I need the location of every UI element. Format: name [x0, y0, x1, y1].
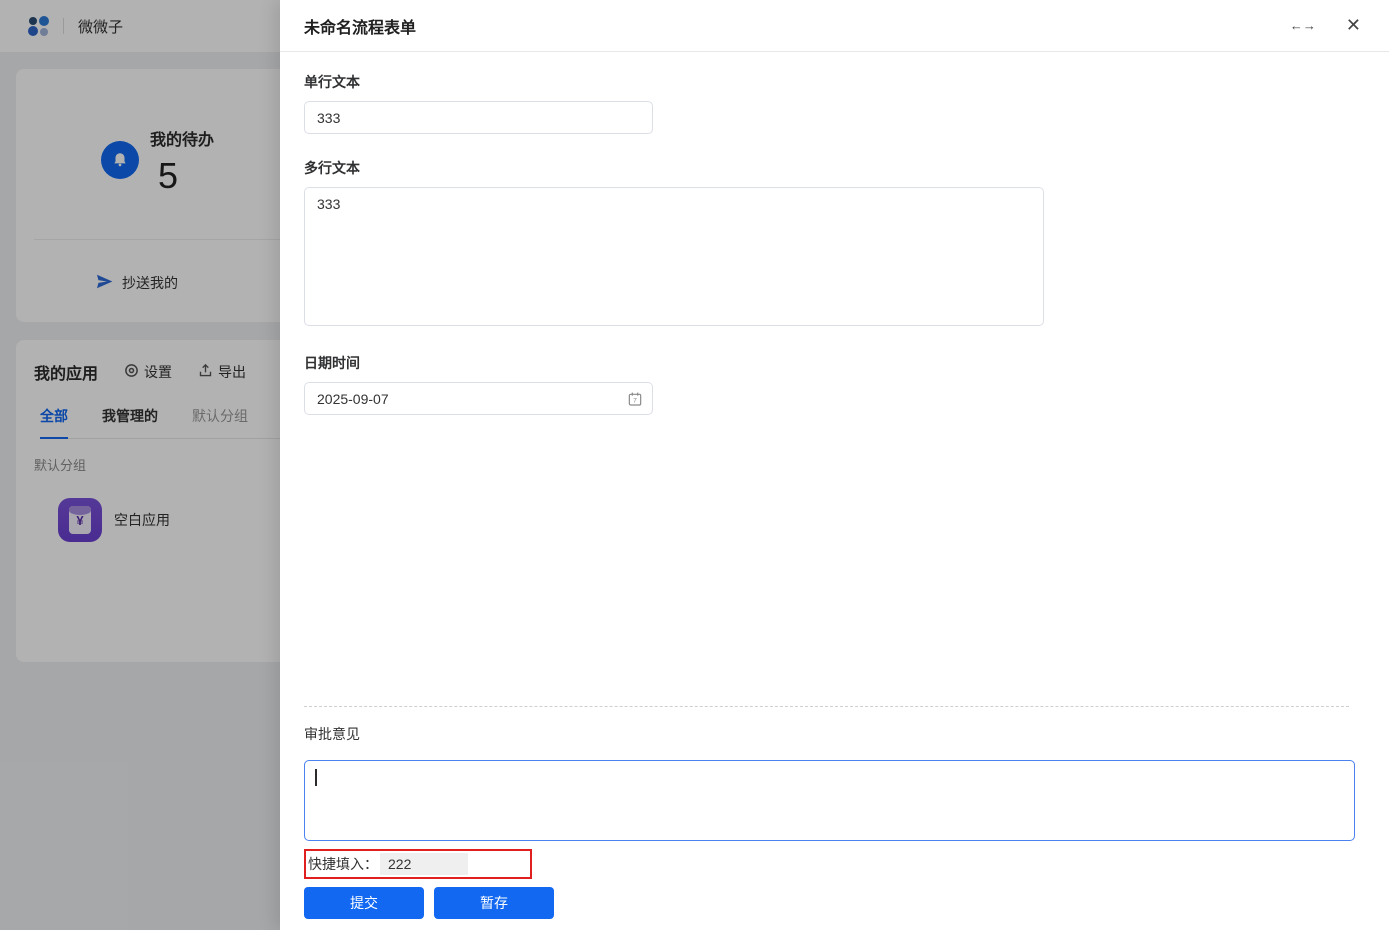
approval-footer: 审批意见 快捷填入： 222 提交 暂存: [280, 706, 1389, 930]
drawer-header: 未命名流程表单 ←→ ✕: [280, 0, 1389, 52]
drawer-mask[interactable]: [0, 0, 280, 930]
field-single-text: 单行文本: [304, 72, 1365, 134]
process-form-drawer: 未命名流程表单 ←→ ✕ 单行文本 多行文本 333 日期时间 7: [280, 0, 1389, 930]
approval-label: 审批意见: [304, 726, 360, 742]
single-text-input[interactable]: [304, 101, 653, 134]
multi-text-label: 多行文本: [304, 160, 360, 176]
quick-fill-label: 快捷填入：: [308, 856, 378, 872]
close-icon[interactable]: ✕: [1346, 15, 1361, 36]
multi-text-textarea[interactable]: 333: [304, 187, 1044, 326]
text-cursor: [315, 769, 317, 786]
field-multi-text: 多行文本 333: [304, 158, 1365, 329]
action-buttons: 提交 暂存: [304, 887, 1349, 919]
field-datetime: 日期时间 7: [304, 353, 1365, 415]
submit-button[interactable]: 提交: [304, 887, 424, 919]
quick-fill-row: 快捷填入： 222: [304, 849, 532, 879]
approval-textarea[interactable]: [305, 761, 1354, 840]
save-draft-button[interactable]: 暂存: [434, 887, 554, 919]
approval-textarea-wrap: [304, 760, 1355, 841]
expand-width-icon[interactable]: ←→: [1290, 18, 1316, 33]
single-text-label: 单行文本: [304, 74, 360, 90]
drawer-title: 未命名流程表单: [304, 19, 417, 37]
footer-divider: [304, 706, 1349, 707]
form-body: 单行文本 多行文本 333 日期时间 7: [280, 52, 1389, 706]
datetime-label: 日期时间: [304, 355, 360, 371]
quick-fill-option[interactable]: 222: [380, 853, 468, 875]
datetime-input[interactable]: [304, 382, 653, 415]
